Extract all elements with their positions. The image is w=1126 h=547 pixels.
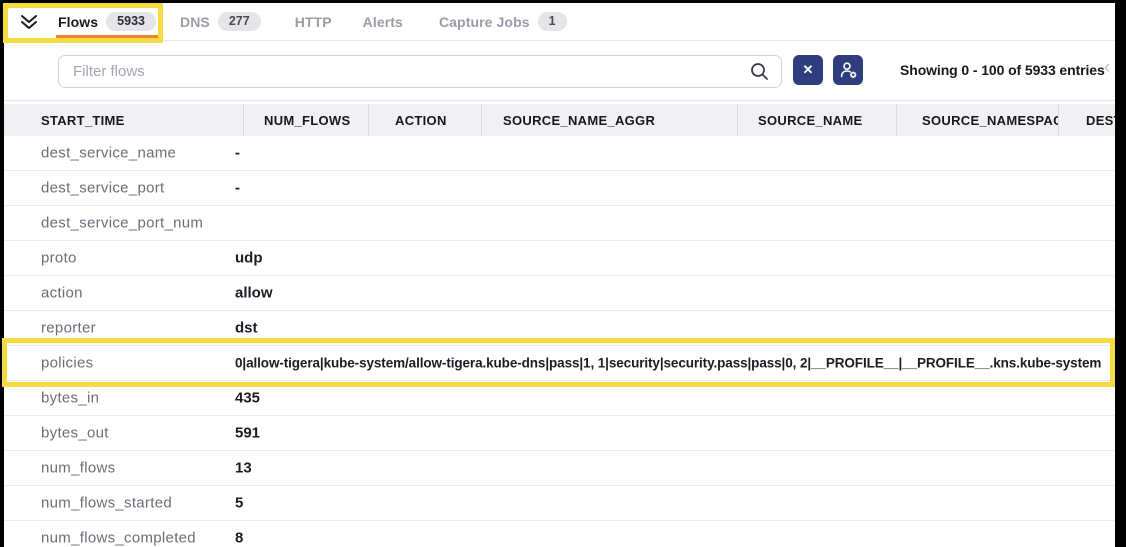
column-header-source-namespace[interactable]: SOURCE_NAMESPACE [896,104,1058,136]
clear-filter-button[interactable]: ✕ [793,55,823,85]
close-icon: ✕ [803,62,814,78]
tab-flows[interactable]: Flows 5933 [56,3,158,41]
detail-key: num_flows_started [41,495,172,512]
column-header-source-name[interactable]: SOURCE_NAME [737,104,896,136]
detail-value: 13 [235,460,1115,477]
detail-value: 591 [235,425,1115,442]
detail-key: dest_service_port [41,180,165,197]
user-gear-icon [839,61,858,79]
detail-row-proto: proto udp [4,241,1115,276]
user-settings-button[interactable] [833,55,863,85]
detail-key: bytes_out [41,425,109,442]
detail-row-num-flows: num_flows 13 [4,451,1115,486]
search-icon [750,62,769,81]
flow-detail-panel: dest_service_name - dest_service_port - … [4,136,1115,547]
tab-bar: Flows 5933 DNS 277 HTTP Alerts Capture J… [4,3,1115,41]
detail-value: allow [235,285,1115,302]
results-count-text: Showing 0 - 100 of 5933 entries [900,62,1105,78]
detail-value: dst [235,320,1115,337]
tab-capture-jobs-count-badge: 1 [538,12,567,32]
detail-key: action [41,285,83,302]
detail-key: dest_service_name [41,145,176,162]
detail-value: - [235,145,1115,162]
tab-dns-label: DNS [180,14,210,30]
detail-row-dest-service-port-num: dest_service_port_num [4,206,1115,241]
detail-row-dest-service-port: dest_service_port - [4,171,1115,206]
detail-key: proto [41,250,77,267]
tab-flows-count-badge: 5933 [106,12,156,32]
detail-value: - [235,180,1115,197]
column-header-num-flows[interactable]: NUM_FLOWS [243,104,368,136]
tab-dns-count-badge: 277 [218,12,261,32]
column-header-dest-name[interactable]: DEST_N [1058,104,1115,136]
section-divider [0,100,1126,101]
detail-row-bytes-out: bytes_out 591 [4,416,1115,451]
detail-value: 0|allow-tigera|kube-system/allow-tigera.… [235,356,1115,371]
detail-key: num_flows [41,460,115,477]
tab-capture-jobs-label: Capture Jobs [439,14,530,30]
detail-row-reporter: reporter dst [4,311,1115,346]
detail-value: 5 [235,495,1115,512]
detail-row-policies: policies 0|allow-tigera|kube-system/allo… [4,346,1115,381]
flow-logs-page: Flows 5933 DNS 277 HTTP Alerts Capture J… [0,0,1126,547]
column-header-source-name-aggr[interactable]: SOURCE_NAME_AGGR [481,104,737,136]
column-header-start-time[interactable]: START_TIME [4,104,243,136]
detail-key: num_flows_completed [41,530,196,547]
tab-alerts-label: Alerts [363,14,403,30]
tab-alerts[interactable]: Alerts [361,3,405,41]
filter-input[interactable] [59,56,750,87]
tab-http-label: HTTP [295,14,332,30]
table-header: START_TIME NUM_FLOWS ACTION SOURCE_NAME_… [4,104,1115,136]
detail-row-num-flows-completed: num_flows_completed 8 [4,521,1115,547]
screenshot-border-right [1115,0,1126,547]
detail-row-action: action allow [4,276,1115,311]
detail-row-num-flows-started: num_flows_started 5 [4,486,1115,521]
pagination-prev-icon[interactable]: ‹ [1104,58,1110,77]
detail-value: 435 [235,390,1115,407]
detail-row-dest-service-name: dest_service_name - [4,136,1115,171]
detail-key: bytes_in [41,390,99,407]
detail-key: policies [41,355,93,372]
column-header-action[interactable]: ACTION [368,104,481,136]
filter-field [58,55,782,88]
detail-row-bytes-in: bytes_in 435 [4,381,1115,416]
detail-value: 8 [235,530,1115,547]
screenshot-border-top [0,0,1126,3]
collapse-all-button[interactable] [18,12,40,32]
tab-flows-label: Flows [58,14,98,30]
detail-value: udp [235,250,1115,267]
tab-dns[interactable]: DNS 277 [178,3,263,41]
tab-capture-jobs[interactable]: Capture Jobs 1 [437,3,569,41]
tab-http[interactable]: HTTP [293,3,334,41]
detail-key: dest_service_port_num [41,215,203,232]
detail-key: reporter [41,320,96,337]
double-chevron-down-icon [20,14,38,30]
screenshot-border-left [0,0,4,547]
